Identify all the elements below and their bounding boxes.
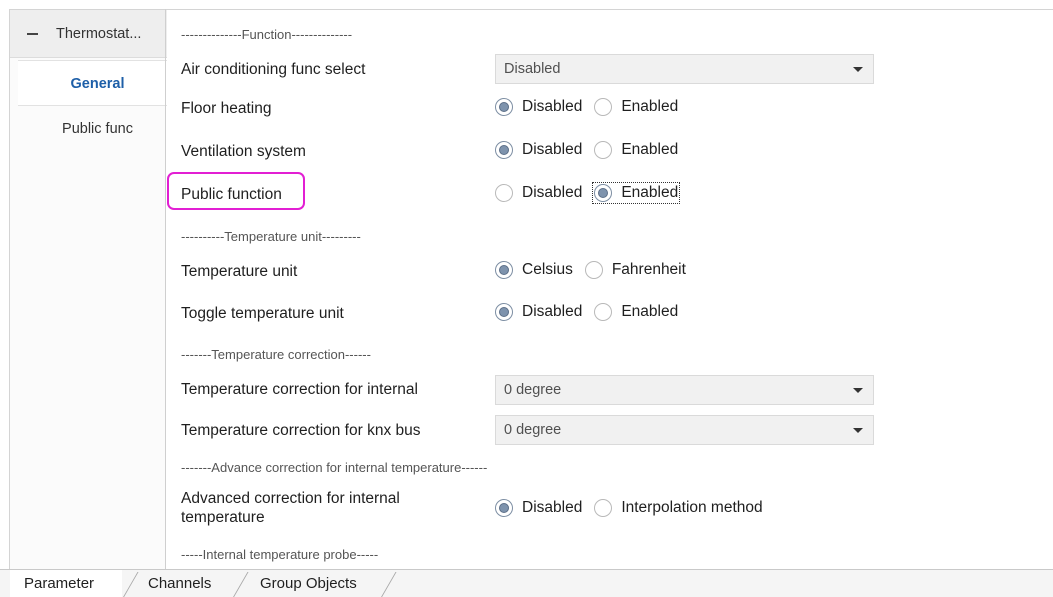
radio-label: Celsius xyxy=(522,261,573,278)
radio-label: Disabled xyxy=(522,184,583,201)
section-temperature-correction: -------Temperature correction------ xyxy=(181,347,371,362)
public-function-radio-group: Disabled Enabled xyxy=(495,182,690,204)
radio-checked-icon xyxy=(495,303,513,321)
public-function-disabled-radio[interactable]: Disabled xyxy=(495,184,582,202)
correction-knx-label: Temperature correction for knx bus xyxy=(181,422,421,439)
radio-label: Enabled xyxy=(621,98,679,115)
floor-heating-enabled-radio[interactable]: Enabled xyxy=(594,98,678,116)
air-conditioning-label: Air conditioning func select xyxy=(181,61,366,78)
correction-internal-value: 0 degree xyxy=(504,382,562,398)
correction-internal-label: Temperature correction for internal xyxy=(181,381,418,398)
radio-label: Enabled xyxy=(621,303,679,320)
air-conditioning-value: Disabled xyxy=(504,61,561,77)
radio-unchecked-icon xyxy=(594,303,613,321)
chevron-down-icon xyxy=(853,67,863,72)
tab-divider xyxy=(380,572,397,597)
radio-label: Enabled xyxy=(621,184,679,201)
radio-label: Interpolation method xyxy=(621,499,763,516)
section-internal-probe: -----Internal temperature probe----- xyxy=(181,547,379,562)
knx-parameter-window: Thermostat... General Public func ------… xyxy=(0,0,1053,597)
correction-knx-select[interactable]: 0 degree xyxy=(495,415,874,445)
toggle-unit-enabled-radio[interactable]: Enabled xyxy=(594,303,678,321)
advanced-correction-disabled-radio[interactable]: Disabled xyxy=(495,499,582,517)
radio-label: Disabled xyxy=(522,98,583,115)
tab-group-objects[interactable]: Group Objects xyxy=(260,570,357,597)
tab-divider xyxy=(232,572,249,597)
radio-unchecked-icon xyxy=(594,499,613,517)
radio-checked-icon xyxy=(495,98,513,116)
radio-label: Disabled xyxy=(522,141,583,158)
public-function-enabled-radio[interactable]: Enabled xyxy=(592,182,681,204)
radio-unchecked-icon xyxy=(584,261,603,279)
tree-header-label: Thermostat... xyxy=(56,25,142,42)
radio-unchecked-icon xyxy=(495,184,513,202)
tab-parameter[interactable]: Parameter xyxy=(10,570,122,597)
toggle-unit-disabled-radio[interactable]: Disabled xyxy=(495,303,582,321)
advanced-correction-label: Advanced correction for internal tempera… xyxy=(181,490,400,526)
radio-unchecked-icon xyxy=(594,98,613,116)
radio-checked-icon xyxy=(495,141,513,159)
radio-unchecked-icon xyxy=(594,141,613,159)
tree-header[interactable]: Thermostat... xyxy=(10,10,167,58)
fahrenheit-radio[interactable]: Fahrenheit xyxy=(584,261,686,279)
parameter-content: --------------Function-------------- Air… xyxy=(166,9,1053,569)
tab-channels[interactable]: Channels xyxy=(148,570,211,597)
section-function: --------------Function-------------- xyxy=(181,27,353,42)
ventilation-enabled-radio[interactable]: Enabled xyxy=(594,141,678,159)
tab-divider xyxy=(122,572,139,597)
radio-label: Disabled xyxy=(522,499,583,516)
temperature-unit-radio-group: Celsius Fahrenheit xyxy=(495,261,698,279)
celsius-radio[interactable]: Celsius xyxy=(495,261,573,279)
ventilation-label: Ventilation system xyxy=(181,143,306,160)
section-advance-correction: -------Advance correction for internal t… xyxy=(181,460,488,475)
bottom-tab-bar: Parameter Channels Group Objects xyxy=(0,569,1053,597)
air-conditioning-select[interactable]: Disabled xyxy=(495,54,874,84)
radio-label: Fahrenheit xyxy=(611,261,686,278)
radio-checked-icon xyxy=(495,499,513,517)
ventilation-disabled-radio[interactable]: Disabled xyxy=(495,141,582,159)
radio-label: Disabled xyxy=(522,303,583,320)
tree-item-public-func[interactable]: Public func xyxy=(18,118,167,140)
public-function-label: Public function xyxy=(181,186,282,203)
floor-heating-radio-group: Disabled Enabled xyxy=(495,98,690,116)
interpolation-method-radio[interactable]: Interpolation method xyxy=(594,499,763,517)
tree-item-general[interactable]: General xyxy=(18,60,167,106)
radio-checked-icon xyxy=(495,261,513,279)
chevron-down-icon xyxy=(853,428,863,433)
ventilation-radio-group: Disabled Enabled xyxy=(495,141,690,159)
section-temperature-unit: ----------Temperature unit--------- xyxy=(181,229,361,244)
radio-label: Enabled xyxy=(621,141,679,158)
advanced-correction-radio-group: Disabled Interpolation method xyxy=(495,499,775,517)
parameter-tree: Thermostat... General Public func xyxy=(9,9,167,569)
temperature-unit-label: Temperature unit xyxy=(181,263,298,280)
collapse-icon[interactable] xyxy=(10,10,56,58)
floor-heating-label: Floor heating xyxy=(181,100,272,117)
correction-knx-value: 0 degree xyxy=(504,422,562,438)
floor-heating-disabled-radio[interactable]: Disabled xyxy=(495,98,582,116)
toggle-unit-radio-group: Disabled Enabled xyxy=(495,303,690,321)
chevron-down-icon xyxy=(853,388,863,393)
toggle-unit-label: Toggle temperature unit xyxy=(181,305,344,322)
correction-internal-select[interactable]: 0 degree xyxy=(495,375,874,405)
radio-checked-icon xyxy=(594,184,613,202)
